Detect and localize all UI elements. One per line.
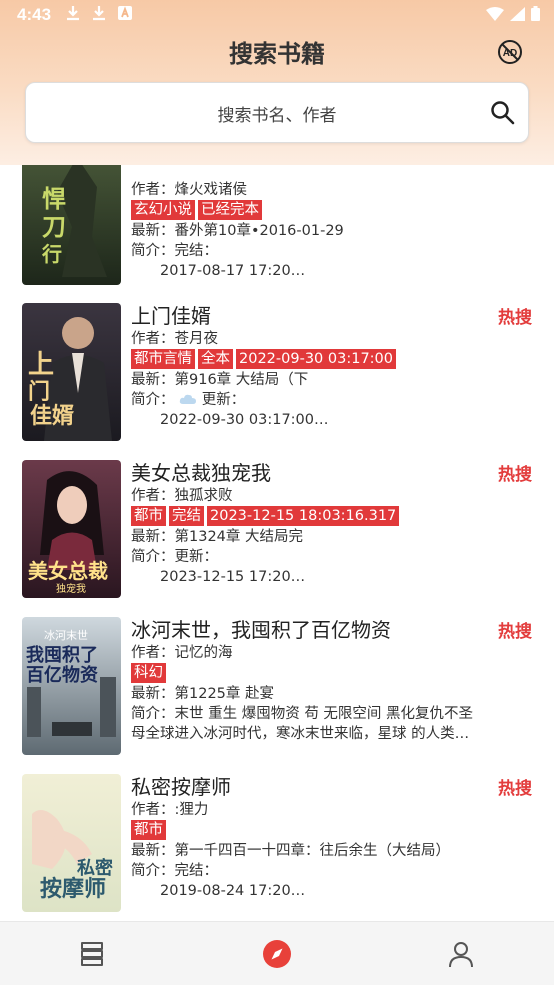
book-tags: 都市言情 全本 2022-09-30 03:17:00 [131, 349, 531, 370]
hot-search-badge: 热搜 [498, 622, 532, 642]
book-item[interactable]: 私密 按摩师 私密按摩师 作者：:狸力 都市 最新：第一千四百一十四章：往后余生… [0, 774, 554, 914]
svg-text:独宠我: 独宠我 [56, 582, 86, 595]
search-bar[interactable]: 搜索书名、作者 [25, 82, 529, 143]
svg-text:冰河末世: 冰河末世 [44, 628, 88, 642]
svg-text:刀: 刀 [42, 212, 66, 241]
ad-icon[interactable]: AD [497, 39, 523, 65]
book-latest-chapter: 最新：第1324章 大结局完 [131, 529, 304, 545]
book-item[interactable]: 美女总裁 独宠我 美女总裁独宠我 作者：独孤求败 都市 完结 2023-12-1… [0, 460, 554, 600]
status-bar: 4:43 [0, 0, 554, 30]
book-intro: 简介：更新： [131, 549, 218, 565]
download-icon [93, 6, 105, 21]
tag-category: 玄幻小说 [131, 200, 195, 220]
book-cover[interactable]: 上 门 佳婿 [22, 303, 121, 441]
tag-update-time: 2023-12-15 18:03:16.317 [207, 506, 400, 526]
book-item[interactable]: 冰河末世 我囤积了 百亿物资 冰河末世，我囤积了百亿物资 作者：记忆的海 科幻 … [0, 617, 554, 757]
book-intro: 简介：完结： [131, 863, 218, 879]
book-title[interactable]: 美女总裁独宠我 [131, 460, 531, 486]
status-time: 4:43 [17, 5, 52, 24]
book-item[interactable]: 悍 刀 行 作者：烽火戏诸侯 玄幻小说 已经完本 最新：番外第10章•2016-… [0, 165, 554, 287]
search-result-list[interactable]: 悍 刀 行 作者：烽火戏诸侯 玄幻小说 已经完本 最新：番外第10章•2016-… [0, 165, 554, 921]
svg-text:佳婿: 佳婿 [30, 403, 74, 429]
book-intro-more: 2023-12-15 17:20… [160, 569, 306, 585]
download-icon [67, 6, 79, 21]
book-intro: 简介：完结： [131, 243, 218, 259]
book-tags: 玄幻小说 已经完本 [131, 200, 531, 221]
book-cover[interactable]: 冰河末世 我囤积了 百亿物资 [22, 617, 121, 755]
svg-text:行: 行 [41, 242, 62, 266]
svg-text:我囤积了: 我囤积了 [26, 645, 98, 666]
tag-status: 已经完本 [198, 200, 262, 220]
search-input[interactable]: 搜索书名、作者 [26, 101, 528, 126]
book-latest-chapter: 最新：第916章 大结局（下 [131, 372, 309, 388]
book-latest-chapter: 最新：第一千四百一十四章：往后余生（大结局） [131, 843, 450, 859]
book-author: 作者：烽火戏诸侯 [131, 182, 247, 198]
tag-category: 科幻 [131, 663, 166, 683]
svg-text:百亿物资: 百亿物资 [26, 664, 98, 686]
book-title[interactable] [131, 165, 531, 180]
bookshelf-icon[interactable] [76, 938, 108, 970]
hot-search-badge: 热搜 [498, 308, 532, 328]
book-tags: 都市 [131, 820, 531, 841]
tag-category: 都市言情 [131, 349, 195, 369]
svg-text:悍: 悍 [42, 184, 66, 213]
bottom-navigation [0, 921, 554, 985]
tag-status: 全本 [198, 349, 233, 369]
search-icon[interactable] [490, 100, 515, 125]
svg-text:上: 上 [28, 350, 54, 380]
book-tags: 科幻 [131, 663, 531, 684]
book-intro: 简介： 更新： [131, 392, 246, 408]
book-cover[interactable]: 悍 刀 行 [22, 165, 121, 285]
book-intro-more: 2022-09-30 03:17:00… [160, 412, 329, 428]
page-title: 搜索书籍 [229, 40, 325, 68]
book-intro-more: 2017-08-17 17:20… [160, 263, 306, 279]
book-latest-chapter: 最新：第1225章 赴宴 [131, 686, 275, 702]
book-title[interactable]: 冰河末世，我囤积了百亿物资 [131, 617, 531, 643]
book-cover[interactable]: 私密 按摩师 [22, 774, 121, 912]
svg-text:门: 门 [28, 379, 50, 405]
cloud-icon [179, 394, 197, 404]
text-a-icon [118, 6, 132, 20]
book-author: 作者：:狸力 [131, 802, 209, 818]
hot-search-badge: 热搜 [498, 779, 532, 799]
book-cover[interactable]: 美女总裁 独宠我 [22, 460, 121, 598]
book-author: 作者：记忆的海 [131, 645, 233, 661]
wifi-icon [486, 6, 504, 21]
hot-search-badge: 热搜 [498, 465, 532, 485]
book-latest-chapter: 最新：番外第10章•2016-01-29 [131, 223, 344, 239]
svg-text:美女总裁: 美女总裁 [28, 559, 108, 583]
book-tags: 都市 完结 2023-12-15 18:03:16.317 [131, 506, 531, 527]
battery-icon [531, 6, 540, 21]
tag-status: 完结 [169, 506, 204, 526]
tag-category: 都市 [131, 506, 166, 526]
book-intro-more: 母全球进入冰河时代，寒冰末世来临，星球 的人类… [131, 726, 470, 742]
book-intro-more: 2019-08-24 17:20… [160, 883, 306, 899]
svg-text:按摩师: 按摩师 [40, 876, 106, 902]
tag-category: 都市 [131, 820, 166, 840]
book-intro: 简介：末世 重生 爆囤物资 苟 无限空间 黑化复仇不圣 [131, 706, 474, 722]
tag-update-time: 2022-09-30 03:17:00 [236, 349, 396, 369]
book-title[interactable]: 私密按摩师 [131, 774, 531, 800]
profile-icon[interactable] [445, 938, 477, 970]
book-author: 作者：苍月夜 [131, 331, 218, 347]
book-title[interactable]: 上门佳婿 [131, 303, 531, 329]
book-item[interactable]: 上 门 佳婿 上门佳婿 作者：苍月夜 都市言情 全本 2022-09-30 03… [0, 303, 554, 443]
signal-icon [510, 6, 525, 21]
discover-icon[interactable] [261, 938, 293, 970]
book-author: 作者：独孤求败 [131, 488, 233, 504]
